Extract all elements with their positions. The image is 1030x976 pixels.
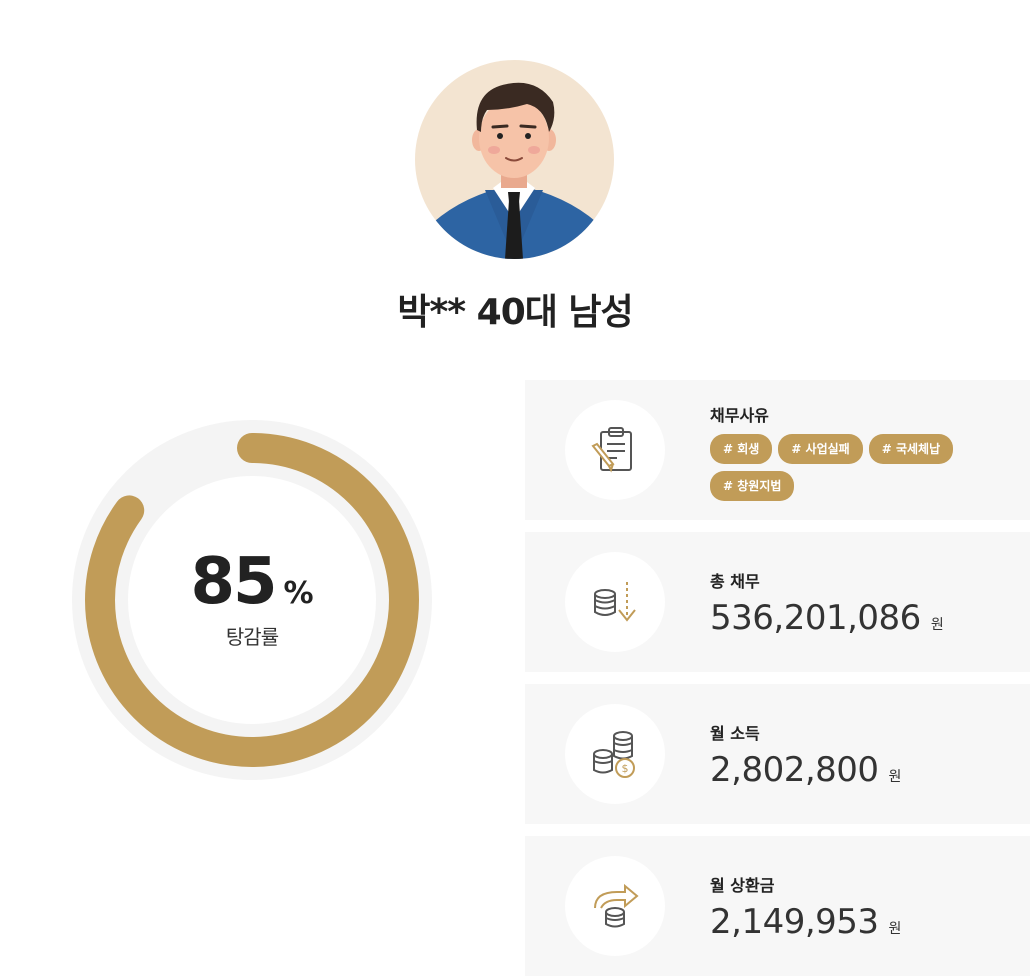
coins-down-arrow-icon (565, 552, 665, 652)
total-debt-value: 536,201,086 (710, 598, 921, 638)
debt-reason-card: 채무사유 # 회생 # 사업실패 # 국세체납 # 창원지법 (525, 380, 1030, 520)
gauge-center: 85 % 탕감률 (72, 420, 432, 780)
monthly-income-label: 월 소득 (710, 724, 760, 743)
reduction-rate-gauge: 85 % 탕감률 (72, 420, 432, 780)
debt-reason-label: 채무사유 (710, 406, 769, 425)
total-debt-card: 총 채무 536,201,086 원 (525, 532, 1030, 672)
monthly-repayment-unit: 원 (888, 921, 902, 937)
tag-tax-arrears[interactable]: # 국세체납 (868, 434, 954, 464)
monthly-repayment-value: 2,149,953 (710, 902, 879, 942)
avatar (415, 60, 614, 259)
monthly-repayment-label: 월 상환금 (710, 876, 775, 895)
svg-text:$: $ (622, 762, 629, 775)
tag-rehabilitation[interactable]: # 회생 (710, 434, 773, 464)
gauge-label: 탕감률 (225, 624, 279, 649)
coins-stack-icon: $ (565, 704, 665, 804)
total-debt-label: 총 채무 (710, 572, 760, 591)
tag-changwon-court[interactable]: # 창원지법 (710, 471, 795, 501)
debt-reason-tags: # 회생 # 사업실패 # 국세체납 # 창원지법 (710, 434, 1010, 501)
monthly-income-unit: 원 (888, 769, 902, 785)
man-avatar-illustration (415, 60, 614, 259)
coins-return-arrow-icon (565, 856, 665, 956)
clipboard-pencil-icon (565, 400, 665, 500)
tag-business-failure[interactable]: # 사업실패 (778, 434, 863, 464)
total-debt-unit: 원 (930, 617, 944, 633)
monthly-repayment-card: 월 상환금 2,149,953 원 (525, 836, 1030, 976)
gauge-unit: % (283, 575, 314, 611)
profile-name: 박** 40대 남성 (397, 292, 633, 333)
gauge-value: 85 (190, 544, 277, 619)
monthly-income-card: $ 월 소득 2,802,800 원 (525, 684, 1030, 824)
monthly-income-value: 2,802,800 (710, 750, 879, 790)
